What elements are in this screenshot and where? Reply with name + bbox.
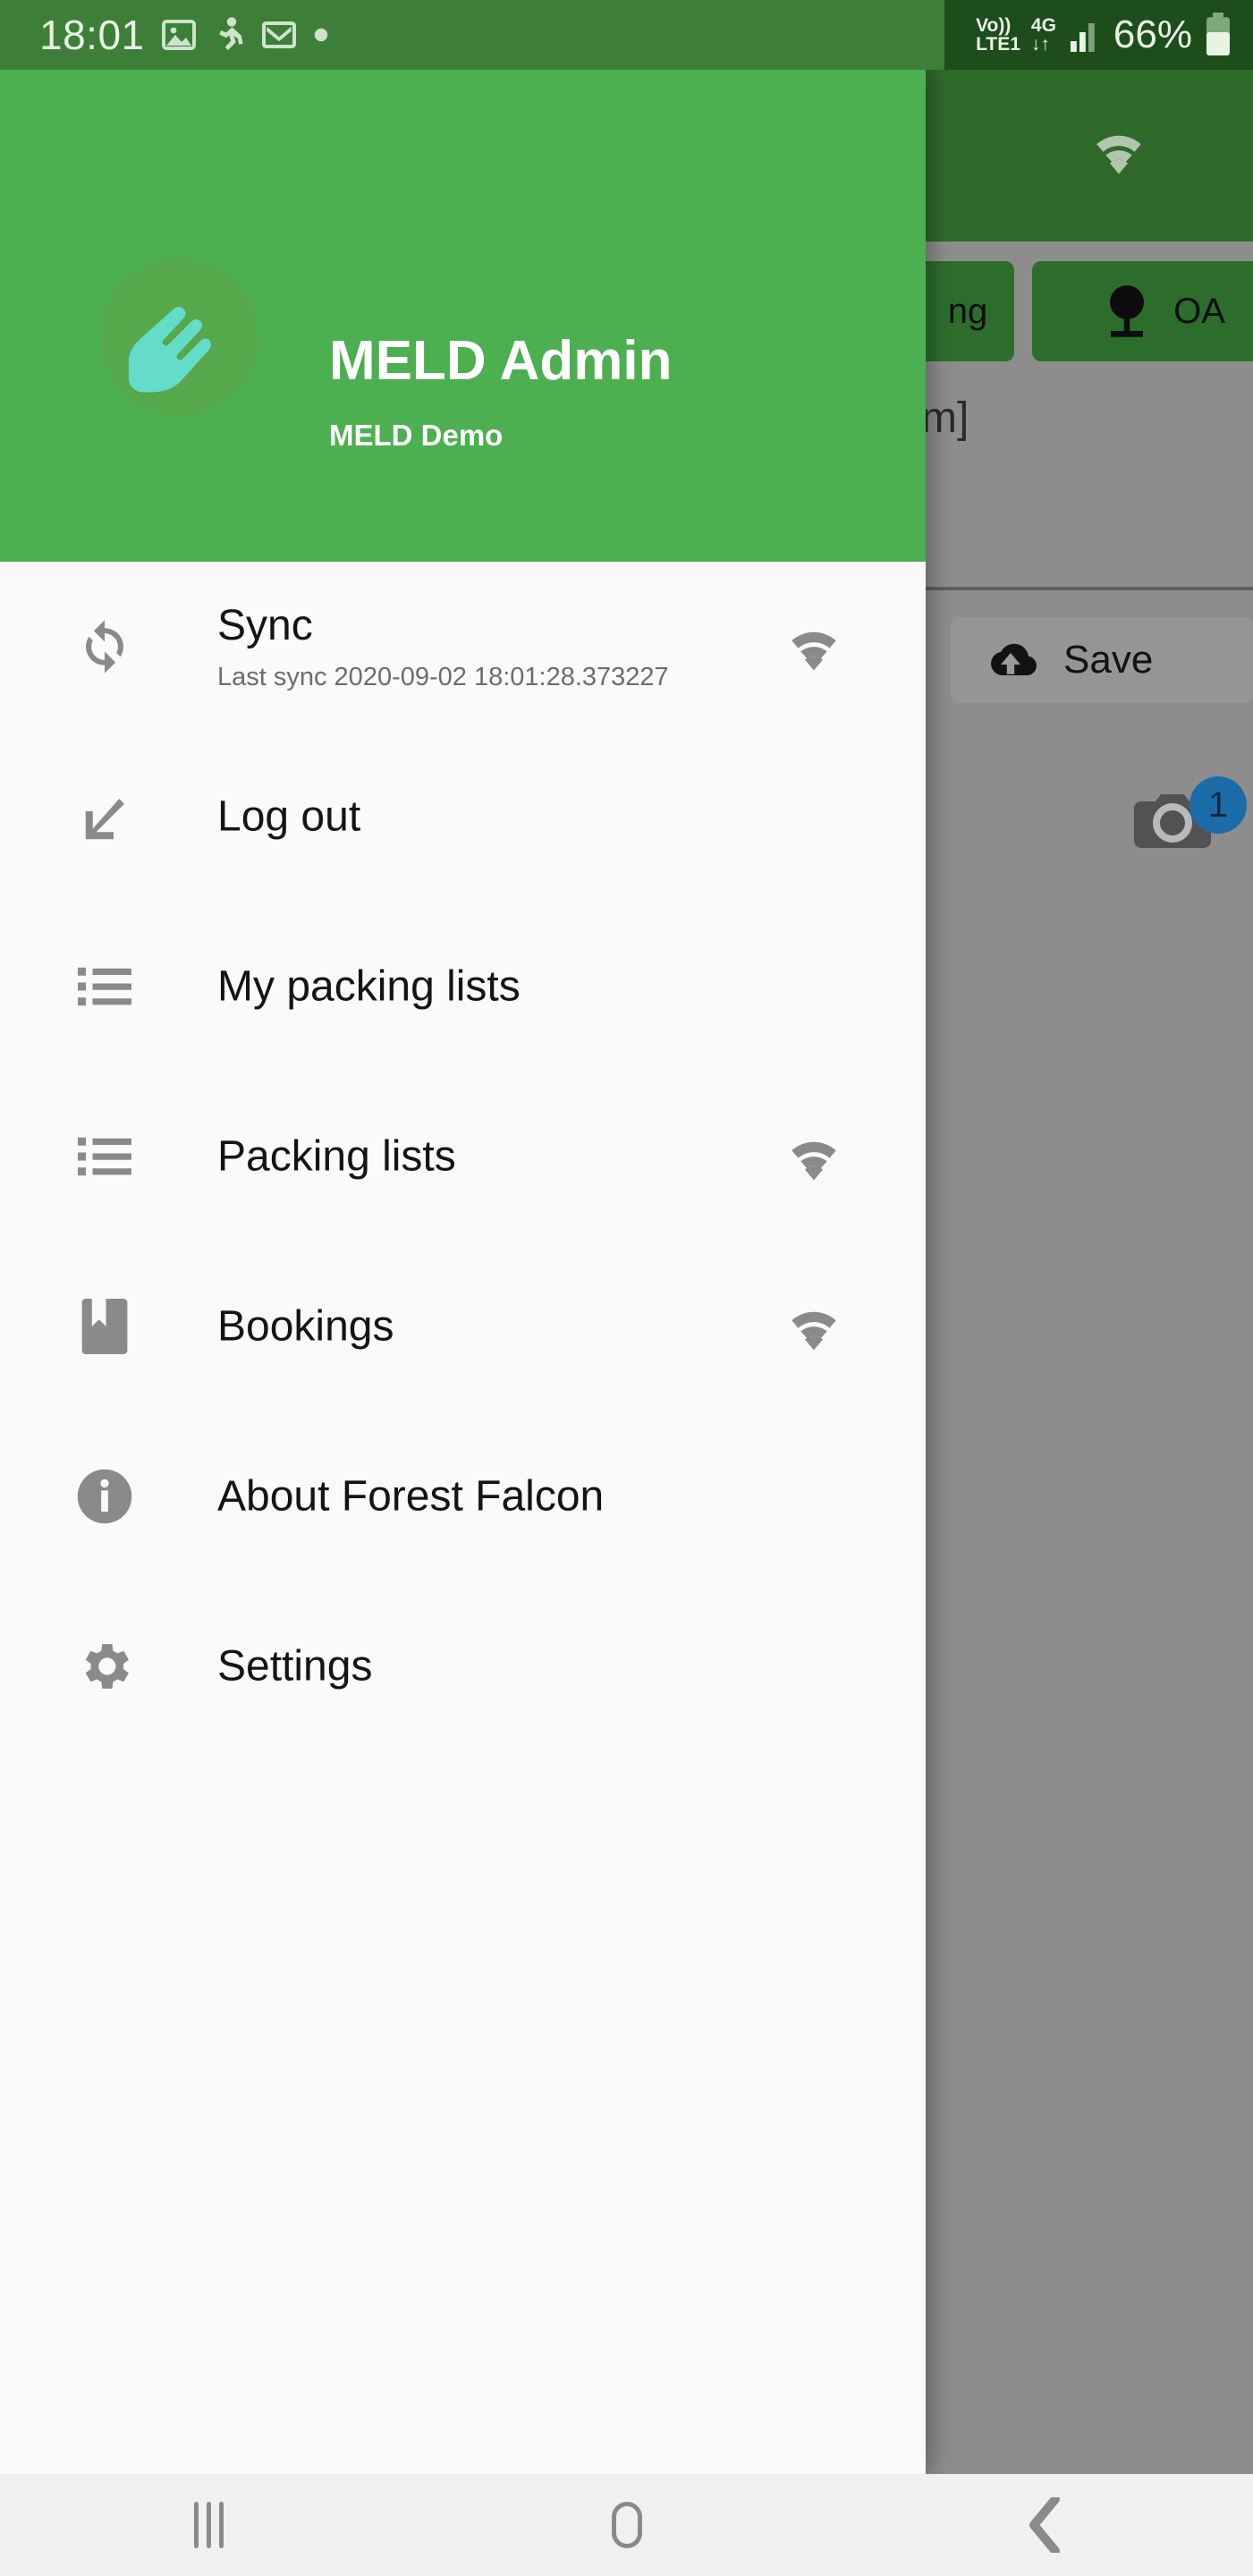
status-bar-left-group: 18:01 — [39, 0, 329, 70]
sidebar-item-bookings[interactable]: Bookings — [0, 1241, 926, 1411]
bookmark-icon — [72, 1293, 138, 1360]
background-chip-1-label: ng — [947, 291, 988, 331]
camera-badge-count: 1 — [1190, 776, 1247, 834]
navigation-drawer: MELD Admin MELD Demo Sync Last sync 2020… — [0, 70, 926, 2474]
page-title: MELD Admin — [329, 330, 673, 392]
sidebar-item-settings[interactable]: Settings — [0, 1581, 926, 1751]
running-person-icon — [213, 16, 245, 54]
back-button[interactable] — [835, 2474, 1253, 2576]
sidebar-item-label: Sync — [217, 602, 313, 649]
back-icon — [1027, 2497, 1063, 2553]
volte-network-stack: Vo)) LTE1 — [976, 16, 1020, 54]
sidebar-item-packing-lists-text: Packing lists — [217, 1132, 456, 1182]
tree-icon — [1100, 283, 1154, 340]
sidebar-item-label: My packing lists — [217, 962, 521, 1011]
sidebar-item-about-text: About Forest Falcon — [217, 1472, 604, 1521]
status-bar: 18:01 Vo)) LTE1 4G ↓↑ 66% — [0, 0, 1253, 70]
background-chip-2-label: OA — [1173, 291, 1225, 331]
image-icon — [161, 17, 197, 53]
gear-icon — [72, 1633, 138, 1699]
list-icon — [72, 953, 138, 1020]
wifi-icon — [781, 1131, 847, 1182]
list-icon — [72, 1123, 138, 1190]
sidebar-item-sublabel: Last sync 2020-09-02 18:01:28.373227 — [217, 663, 669, 691]
sidebar-item-log-out-text: Log out — [217, 792, 360, 842]
save-button-label: Save — [1063, 638, 1154, 682]
background-chip-partial[interactable]: ng — [916, 261, 1014, 361]
volte-label: Vo)) — [976, 15, 1012, 36]
sidebar-item-my-packing-lists[interactable]: My packing lists — [0, 902, 926, 1072]
wifi-icon — [781, 1301, 847, 1352]
sidebar-item-my-packing-lists-text: My packing lists — [217, 962, 521, 1012]
home-button[interactable] — [418, 2474, 835, 2576]
sidebar-item-label: Bookings — [217, 1302, 394, 1351]
drawer-header: MELD Admin MELD Demo — [0, 70, 926, 562]
sidebar-item-packing-lists[interactable]: Packing lists — [0, 1072, 926, 1241]
sidebar-item-sync-text: Sync Last sync 2020-09-02 18:01:28.37322… — [217, 601, 669, 692]
battery-percent-label: 66% — [1113, 13, 1192, 56]
signal-bars-icon — [1067, 16, 1103, 54]
sidebar-item-sync[interactable]: Sync Last sync 2020-09-02 18:01:28.37322… — [0, 562, 926, 732]
status-bar-clock: 18:01 — [39, 12, 145, 58]
status-bar-right-group: Vo)) LTE1 4G ↓↑ 66% — [976, 0, 1233, 70]
save-button[interactable]: Save — [951, 617, 1253, 703]
generation-data-stack: 4G ↓↑ — [1031, 16, 1056, 54]
sidebar-item-label: Log out — [217, 792, 361, 841]
avatar[interactable] — [100, 258, 258, 416]
info-circle-icon — [72, 1463, 138, 1530]
wifi-icon — [781, 622, 847, 672]
sidebar-item-label: Packing lists — [217, 1132, 456, 1181]
sidebar-item-settings-text: Settings — [217, 1642, 372, 1691]
system-navigation-bar — [0, 2474, 1253, 2576]
drawer-subtitle: MELD Demo — [329, 419, 504, 452]
sidebar-item-bookings-text: Bookings — [217, 1302, 394, 1352]
sidebar-item-log-out[interactable]: Log out — [0, 732, 926, 902]
sync-icon — [72, 614, 138, 680]
wifi-icon — [1087, 125, 1151, 175]
background-divider — [926, 587, 1253, 590]
logout-arrow-icon — [72, 784, 138, 850]
generation-label: 4G — [1030, 15, 1056, 36]
data-arrows-label: ↓↑ — [1030, 34, 1050, 55]
sidebar-item-label: About Forest Falcon — [217, 1472, 605, 1521]
recents-button[interactable] — [0, 2474, 418, 2576]
dot-icon — [313, 27, 329, 43]
recents-icon — [194, 2502, 224, 2548]
sidebar-item-about-forest-falcon[interactable]: About Forest Falcon — [0, 1411, 926, 1581]
gmail-icon — [261, 19, 297, 51]
home-icon — [611, 2502, 642, 2548]
network-label: LTE1 — [976, 34, 1020, 55]
sidebar-item-label: Settings — [217, 1642, 373, 1690]
battery-icon — [1203, 13, 1233, 57]
background-chip-oa[interactable]: OA — [1032, 261, 1253, 361]
drawer-menu: Sync Last sync 2020-09-02 18:01:28.37322… — [0, 562, 926, 1751]
background-text-fragment: m] — [921, 394, 969, 442]
cloud-upload-icon — [981, 638, 1040, 682]
